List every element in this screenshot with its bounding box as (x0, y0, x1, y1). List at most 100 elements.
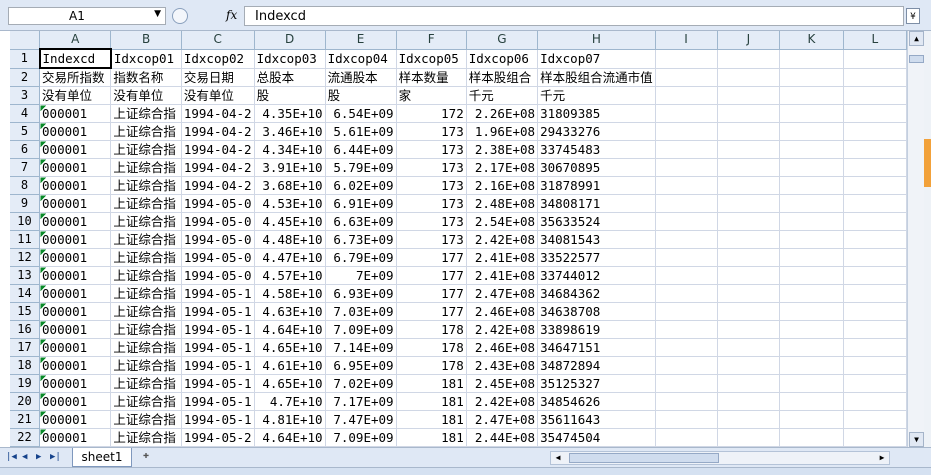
insert-sheet-icon[interactable]: ✚ (136, 450, 156, 465)
cell-f11[interactable]: 173 (396, 230, 467, 249)
cell-a8[interactable]: 000001 (39, 176, 112, 195)
cell-c4[interactable]: 1994-04-2 (181, 104, 255, 123)
cell-i17[interactable] (655, 338, 718, 357)
cell-f7[interactable]: 173 (396, 158, 467, 177)
cell-l5[interactable] (843, 122, 907, 141)
cell-g17[interactable]: 2.46E+08 (466, 338, 539, 357)
cell-f20[interactable]: 181 (396, 392, 467, 411)
cell-b6[interactable]: 上证综合指 (110, 140, 182, 159)
cell-i21[interactable] (655, 410, 718, 429)
column-header-g[interactable]: G (466, 31, 539, 50)
cell-l2[interactable] (843, 68, 907, 87)
cell-k6[interactable] (779, 140, 844, 159)
cell-h11[interactable]: 34081543 (537, 230, 656, 249)
cell-d8[interactable]: 3.68E+10 (254, 176, 326, 195)
cell-k11[interactable] (779, 230, 844, 249)
cell-d14[interactable]: 4.58E+10 (254, 284, 326, 303)
cell-j8[interactable] (717, 176, 781, 195)
cell-f12[interactable]: 177 (396, 248, 467, 267)
cell-k1[interactable] (779, 49, 844, 69)
row-header[interactable]: 4 (10, 104, 41, 123)
cell-e14[interactable]: 6.93E+09 (325, 284, 397, 303)
cell-d20[interactable]: 4.7E+10 (254, 392, 326, 411)
cell-d3[interactable]: 股 (254, 86, 326, 105)
cell-l18[interactable] (843, 356, 907, 375)
cell-h13[interactable]: 33744012 (537, 266, 656, 285)
cell-f4[interactable]: 172 (396, 104, 467, 123)
cell-l1[interactable] (843, 49, 907, 69)
cell-a1[interactable]: Indexcd (38, 48, 112, 69)
cell-j3[interactable] (717, 86, 781, 105)
cell-c14[interactable]: 1994-05-1 (181, 284, 255, 303)
cell-j22[interactable] (717, 428, 781, 447)
column-header-e[interactable]: E (325, 31, 397, 50)
cell-e21[interactable]: 7.47E+09 (325, 410, 397, 429)
cell-i3[interactable] (655, 86, 718, 105)
cell-c18[interactable]: 1994-05-1 (181, 356, 255, 375)
cell-d4[interactable]: 4.35E+10 (254, 104, 326, 123)
cell-j9[interactable] (717, 194, 781, 213)
expand-formula-bar-button[interactable]: ¥ (906, 8, 920, 24)
cell-j19[interactable] (717, 374, 781, 393)
cell-l6[interactable] (843, 140, 907, 159)
cell-b20[interactable]: 上证综合指 (110, 392, 182, 411)
row-header[interactable]: 5 (10, 122, 41, 141)
cell-d7[interactable]: 3.91E+10 (254, 158, 326, 177)
cell-j10[interactable] (717, 212, 781, 231)
cell-d17[interactable]: 4.65E+10 (254, 338, 326, 357)
cell-b3[interactable]: 没有单位 (110, 86, 182, 105)
cell-i14[interactable] (655, 284, 718, 303)
cell-f6[interactable]: 173 (396, 140, 467, 159)
cell-l9[interactable] (843, 194, 907, 213)
cell-e19[interactable]: 7.02E+09 (325, 374, 397, 393)
scroll-down-icon[interactable]: ▼ (909, 432, 924, 447)
cell-b7[interactable]: 上证综合指 (110, 158, 182, 177)
cell-f19[interactable]: 181 (396, 374, 467, 393)
cell-i7[interactable] (655, 158, 718, 177)
cell-d19[interactable]: 4.65E+10 (254, 374, 326, 393)
cell-f2[interactable]: 样本数量 (396, 68, 467, 87)
cell-f18[interactable]: 178 (396, 356, 467, 375)
cell-a2[interactable]: 交易所指数 (39, 68, 112, 87)
row-header[interactable]: 21 (10, 410, 41, 429)
cell-c20[interactable]: 1994-05-1 (181, 392, 255, 411)
cell-c22[interactable]: 1994-05-2 (181, 428, 255, 447)
cell-e16[interactable]: 7.09E+09 (325, 320, 397, 339)
cell-j2[interactable] (717, 68, 781, 87)
column-header-j[interactable]: J (717, 31, 781, 50)
cell-d16[interactable]: 4.64E+10 (254, 320, 326, 339)
cell-j20[interactable] (717, 392, 781, 411)
cell-h14[interactable]: 34684362 (537, 284, 656, 303)
cell-c13[interactable]: 1994-05-0 (181, 266, 255, 285)
cell-i10[interactable] (655, 212, 718, 231)
row-header[interactable]: 11 (10, 230, 41, 249)
cell-h4[interactable]: 31809385 (537, 104, 656, 123)
cell-h20[interactable]: 34854626 (537, 392, 656, 411)
cell-j17[interactable] (717, 338, 781, 357)
cell-a19[interactable]: 000001 (39, 374, 112, 393)
cell-d22[interactable]: 4.64E+10 (254, 428, 326, 447)
fx-icon[interactable]: fx (226, 8, 237, 22)
cell-g19[interactable]: 2.45E+08 (466, 374, 539, 393)
cell-k4[interactable] (779, 104, 844, 123)
cell-e11[interactable]: 6.73E+09 (325, 230, 397, 249)
cell-d21[interactable]: 4.81E+10 (254, 410, 326, 429)
cell-h19[interactable]: 35125327 (537, 374, 656, 393)
cell-b8[interactable]: 上证综合指 (110, 176, 182, 195)
cell-a15[interactable]: 000001 (39, 302, 112, 321)
cell-f9[interactable]: 173 (396, 194, 467, 213)
cell-i8[interactable] (655, 176, 718, 195)
row-header[interactable]: 16 (10, 320, 41, 339)
cell-j7[interactable] (717, 158, 781, 177)
row-header[interactable]: 17 (10, 338, 41, 357)
cell-a16[interactable]: 000001 (39, 320, 112, 339)
cell-g20[interactable]: 2.42E+08 (466, 392, 539, 411)
cell-c16[interactable]: 1994-05-1 (181, 320, 255, 339)
cell-l22[interactable] (843, 428, 907, 447)
cell-j4[interactable] (717, 104, 781, 123)
row-header[interactable]: 7 (10, 158, 41, 177)
cell-l15[interactable] (843, 302, 907, 321)
row-header[interactable]: 1 (10, 49, 41, 69)
column-header-b[interactable]: B (110, 31, 182, 50)
cell-g6[interactable]: 2.38E+08 (466, 140, 539, 159)
